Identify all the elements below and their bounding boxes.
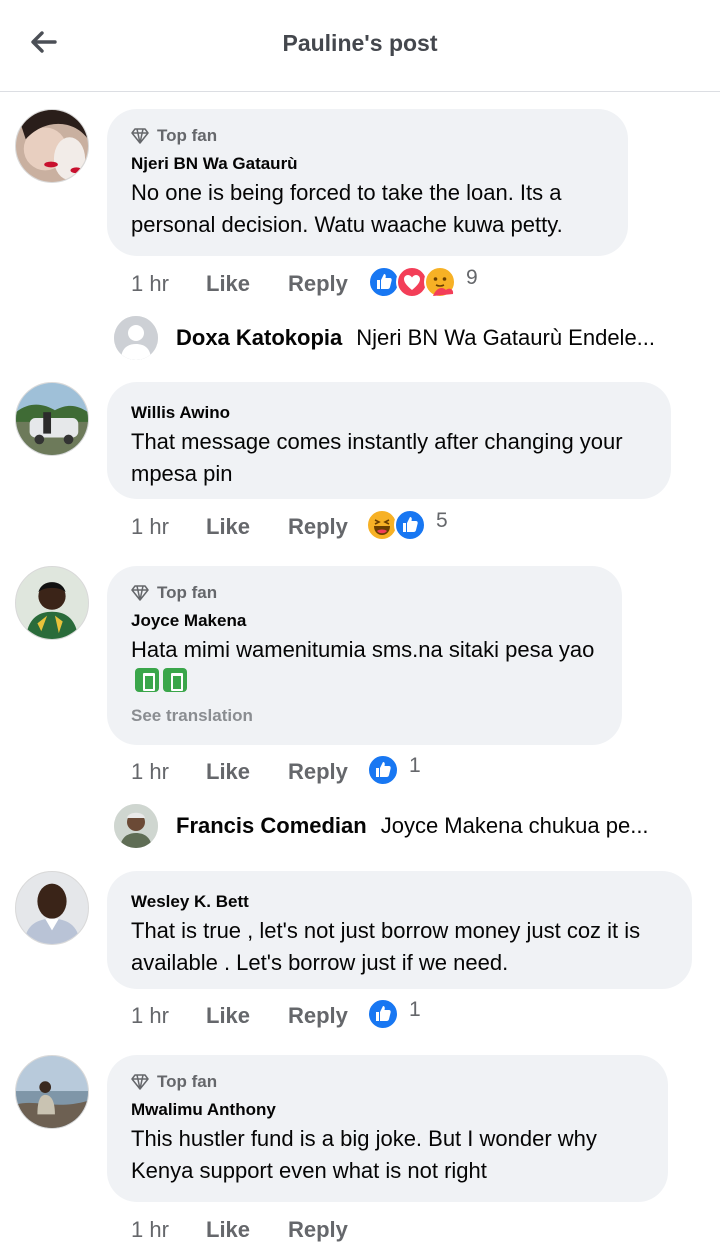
litter-bin-emoji-icon (163, 668, 187, 692)
comment-bubble: Wesley K. Bett That is true , let's not … (107, 871, 692, 989)
comment-author[interactable]: Wesley K. Bett (131, 889, 668, 915)
like-button[interactable]: Like (206, 514, 288, 540)
top-fan-badge: Top fan (131, 1069, 644, 1095)
like-reaction-icon (367, 998, 399, 1030)
comment-author[interactable]: Njeri BN Wa Gataurù (131, 151, 604, 177)
reply-button[interactable]: Reply (288, 271, 348, 297)
top-fan-badge: Top fan (131, 123, 604, 149)
reaction-summary[interactable]: 9 (368, 264, 478, 300)
reply-button[interactable]: Reply (288, 514, 348, 540)
like-button[interactable]: Like (206, 759, 288, 785)
reply-preview[interactable]: Doxa Katokopia Njeri BN Wa Gataurù Endel… (114, 316, 655, 360)
comment-author[interactable]: Joyce Makena (131, 608, 598, 634)
diamond-icon (131, 585, 149, 601)
reply-author[interactable]: Francis Comedian (176, 813, 367, 839)
comment-author[interactable]: Willis Awino (131, 400, 647, 426)
reply-author[interactable]: Doxa Katokopia (176, 325, 342, 351)
comment-text: Hata mimi wamenitumia sms.na sitaki pesa… (131, 634, 598, 698)
comment-time[interactable]: 1 hr (131, 759, 206, 785)
comment-actions: 1 hr Like Reply (131, 509, 348, 545)
like-reaction-icon (367, 754, 399, 786)
reply-text: Joyce Makena chukua pe... (380, 813, 649, 838)
like-button[interactable]: Like (206, 1003, 288, 1029)
comment-actions: 1 hr Like Reply (131, 998, 348, 1034)
reply-preview[interactable]: Francis Comedian Joyce Makena chukua pe.… (114, 804, 649, 848)
diamond-icon (131, 128, 149, 144)
avatar[interactable] (15, 382, 89, 456)
reaction-count: 5 (436, 509, 448, 532)
comment-text: That message comes instantly after chang… (131, 429, 623, 486)
comment-bubble: Willis Awino That message comes instantl… (107, 382, 671, 499)
comment-time[interactable]: 1 hr (131, 1217, 206, 1243)
comment-bubble: Top fan Joyce Makena Hata mimi wamenitum… (107, 566, 622, 745)
reaction-summary[interactable]: 1 (367, 996, 421, 1032)
comment-actions: 1 hr Like Reply (131, 754, 348, 790)
reaction-count: 9 (466, 266, 478, 289)
avatar[interactable] (114, 316, 158, 360)
care-reaction-icon (424, 266, 456, 298)
avatar[interactable] (15, 871, 89, 945)
comment-text: No one is being forced to take the loan.… (131, 180, 563, 237)
comment-text: That is true , let's not just borrow mon… (131, 918, 641, 975)
comment-time[interactable]: 1 hr (131, 271, 206, 297)
reaction-count: 1 (409, 998, 421, 1021)
avatar[interactable] (114, 804, 158, 848)
avatar[interactable] (15, 566, 89, 640)
reply-button[interactable]: Reply (288, 1217, 348, 1243)
reaction-summary[interactable]: 1 (367, 752, 421, 788)
comment-time[interactable]: 1 hr (131, 514, 206, 540)
comment-actions: 1 hr Like Reply (131, 1212, 348, 1248)
comment-text: This hustler fund is a big joke. But I w… (131, 1126, 597, 1183)
diamond-icon (131, 1074, 149, 1090)
comment-time[interactable]: 1 hr (131, 1003, 206, 1029)
comment-author[interactable]: Mwalimu Anthony (131, 1097, 644, 1123)
avatar[interactable] (15, 109, 89, 183)
post-header: Pauline's post (0, 0, 720, 92)
litter-bin-emoji-icon (135, 668, 159, 692)
like-button[interactable]: Like (206, 1217, 288, 1243)
reply-text: Njeri BN Wa Gataurù Endele... (356, 325, 656, 350)
avatar[interactable] (15, 1055, 89, 1129)
like-reaction-icon (394, 509, 426, 541)
comment-bubble: Top fan Mwalimu Anthony This hustler fun… (107, 1055, 668, 1202)
reply-button[interactable]: Reply (288, 759, 348, 785)
page-title: Pauline's post (282, 30, 438, 56)
reaction-summary[interactable]: 5 (366, 507, 448, 543)
comment-actions: 1 hr Like Reply (131, 266, 348, 302)
see-translation-link[interactable]: See translation (131, 706, 598, 726)
reply-button[interactable]: Reply (288, 1003, 348, 1029)
top-fan-badge: Top fan (131, 580, 598, 606)
like-button[interactable]: Like (206, 271, 288, 297)
comment-bubble: Top fan Njeri BN Wa Gataurù No one is be… (107, 109, 628, 256)
reaction-count: 1 (409, 754, 421, 777)
